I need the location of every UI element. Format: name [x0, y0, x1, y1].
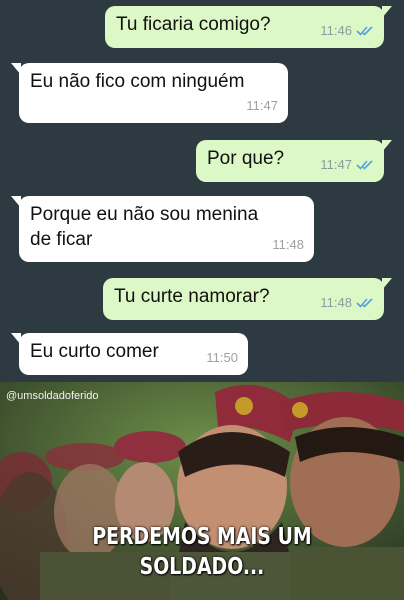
message-text: Eu curto comer [30, 341, 159, 362]
watermark-credit: @umsoldadoferido [6, 390, 99, 402]
double-check-icon [356, 160, 373, 170]
message-time: 11:48 [272, 237, 304, 252]
message-time: 11:47 [246, 98, 278, 113]
double-check-icon [356, 298, 373, 308]
message-meta: 11:46 [320, 18, 374, 43]
message-meta: 11:47 [246, 93, 278, 118]
message-meta: 11:50 [206, 345, 238, 370]
message-bubble-outgoing[interactable]: Tu curte namorar? 11:48 [103, 278, 392, 320]
message-bubble-incoming[interactable]: Porque eu não sou menina de ficar 11:48 [11, 196, 314, 262]
message-text: Tu ficaria comigo? [116, 14, 271, 35]
message-text: Tu curte namorar? [114, 286, 270, 307]
message-text: Por que? [207, 148, 285, 169]
chat-conversation: Tu ficaria comigo? 11:46 Eu não fico com… [0, 0, 404, 382]
message-meta: 11:48 [272, 232, 304, 257]
message-meta: 11:47 [320, 152, 374, 177]
bubble-tail [11, 63, 21, 75]
message-time: 11:50 [206, 350, 238, 365]
meme-caption-line: PERDEMOS MAIS UM [92, 524, 312, 550]
bubble-tail [382, 278, 392, 290]
bubble-tail [382, 140, 392, 152]
bubble-tail [11, 196, 21, 208]
message-time: 11:47 [320, 157, 352, 172]
message-meta: 11:48 [320, 290, 374, 315]
message-bubble-outgoing[interactable]: Por que? 11:47 [196, 140, 392, 182]
message-bubble-incoming[interactable]: Eu não fico com ninguém 11:47 [11, 63, 288, 123]
message-text: Eu não fico com ninguém [30, 71, 245, 92]
message-bubble-outgoing[interactable]: Tu ficaria comigo? 11:46 [105, 6, 392, 48]
message-text-line: Porque eu não sou menina [30, 204, 259, 225]
meme-photo: @umsoldadoferido PERDEMOS MAIS UM SOLDAD… [0, 382, 404, 600]
message-bubble-incoming[interactable]: Eu curto comer 11:50 [11, 333, 248, 375]
message-text-line: de ficar [30, 229, 93, 250]
message-time: 11:48 [320, 295, 352, 310]
message-time: 11:46 [320, 23, 352, 38]
bubble-tail [11, 333, 21, 345]
bubble-tail [382, 6, 392, 18]
double-check-icon [356, 26, 373, 36]
meme-caption-line: SOLDADO... [139, 554, 265, 580]
